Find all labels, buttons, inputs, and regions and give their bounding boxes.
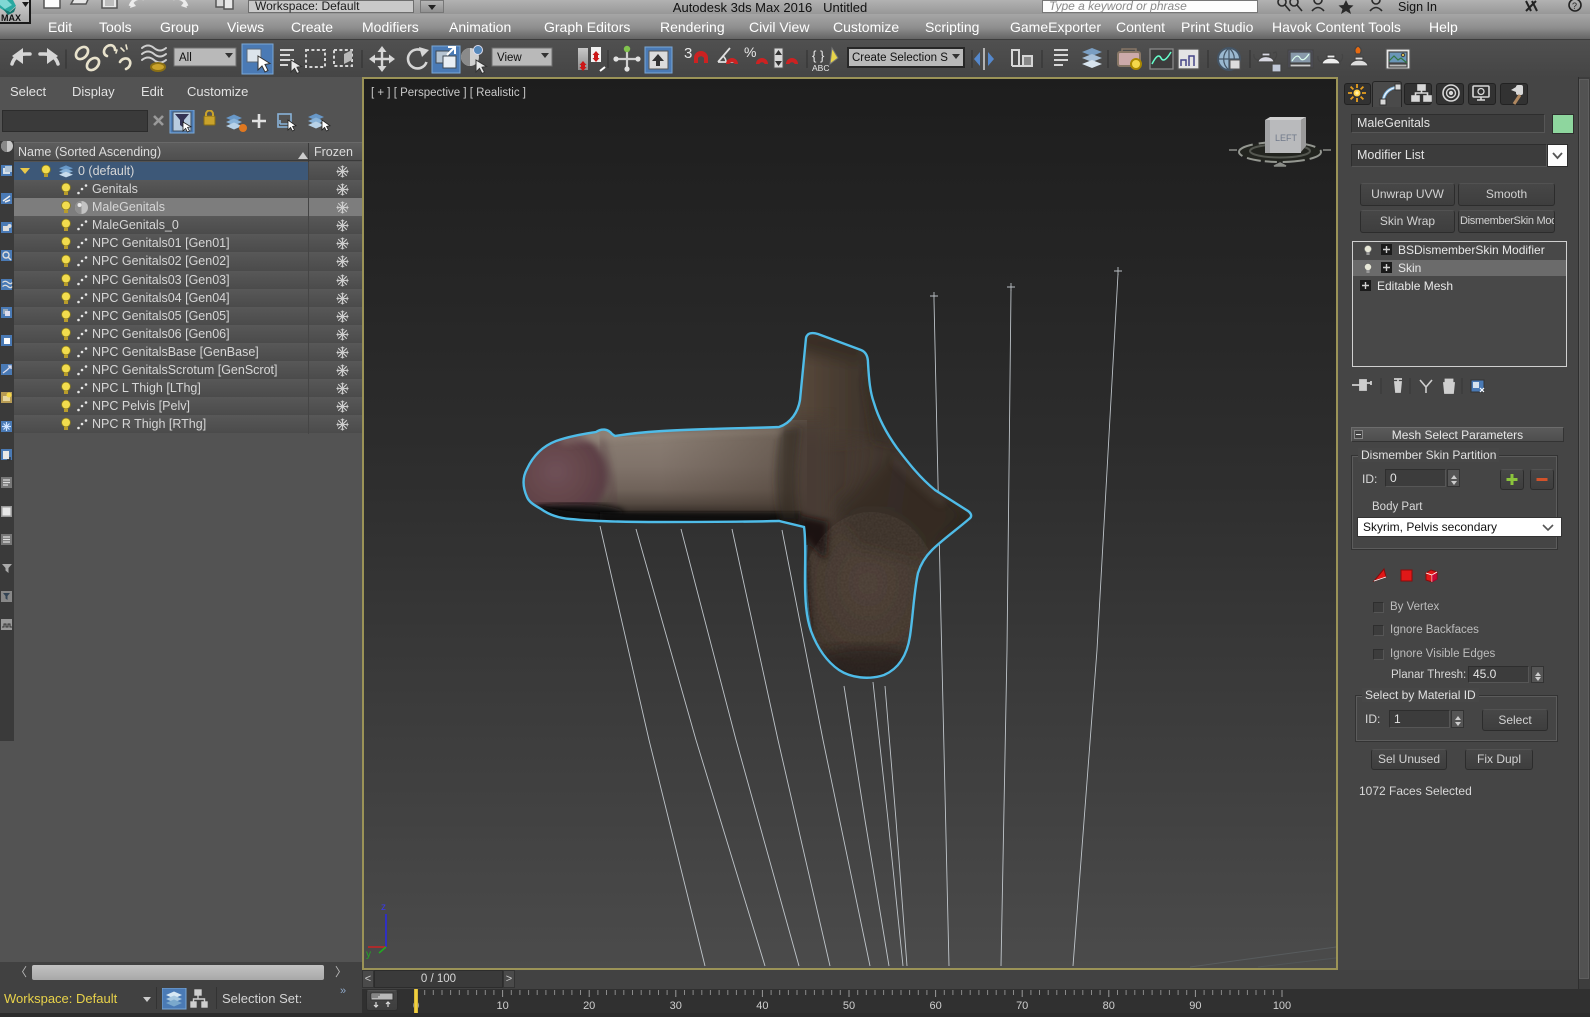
svg-text:y: y (366, 949, 371, 960)
svg-text:3: 3 (684, 45, 692, 62)
svg-text:30: 30 (670, 1000, 682, 1012)
svg-text:50: 50 (843, 1000, 855, 1012)
svg-text:90: 90 (1189, 1000, 1201, 1012)
svg-text:100: 100 (1273, 1000, 1291, 1012)
svg-text:60: 60 (929, 1000, 941, 1012)
svg-text:LEFT: LEFT (1275, 133, 1298, 143)
svg-text:70: 70 (1016, 1000, 1028, 1012)
svg-text:Sign In: Sign In (1398, 0, 1437, 14)
svg-text:10: 10 (496, 1000, 508, 1012)
svg-text:%: % (744, 44, 756, 60)
svg-text:?: ? (1572, 1, 1577, 11)
svg-text:40: 40 (756, 1000, 768, 1012)
svg-text:80: 80 (1103, 1000, 1115, 1012)
svg-text:z: z (381, 902, 386, 913)
svg-text:[ + ] [ Perspective ] [ Realis: [ + ] [ Perspective ] [ Realistic ] (371, 87, 526, 99)
svg-text:{ }: { } (812, 48, 825, 63)
svg-text:Create Selection S: Create Selection S (852, 52, 948, 64)
svg-text:View: View (497, 52, 522, 64)
svg-text:All: All (179, 52, 192, 64)
svg-text:20: 20 (583, 1000, 595, 1012)
svg-text:MAX: MAX (1, 13, 21, 22)
svg-text:ABC: ABC (812, 63, 829, 73)
